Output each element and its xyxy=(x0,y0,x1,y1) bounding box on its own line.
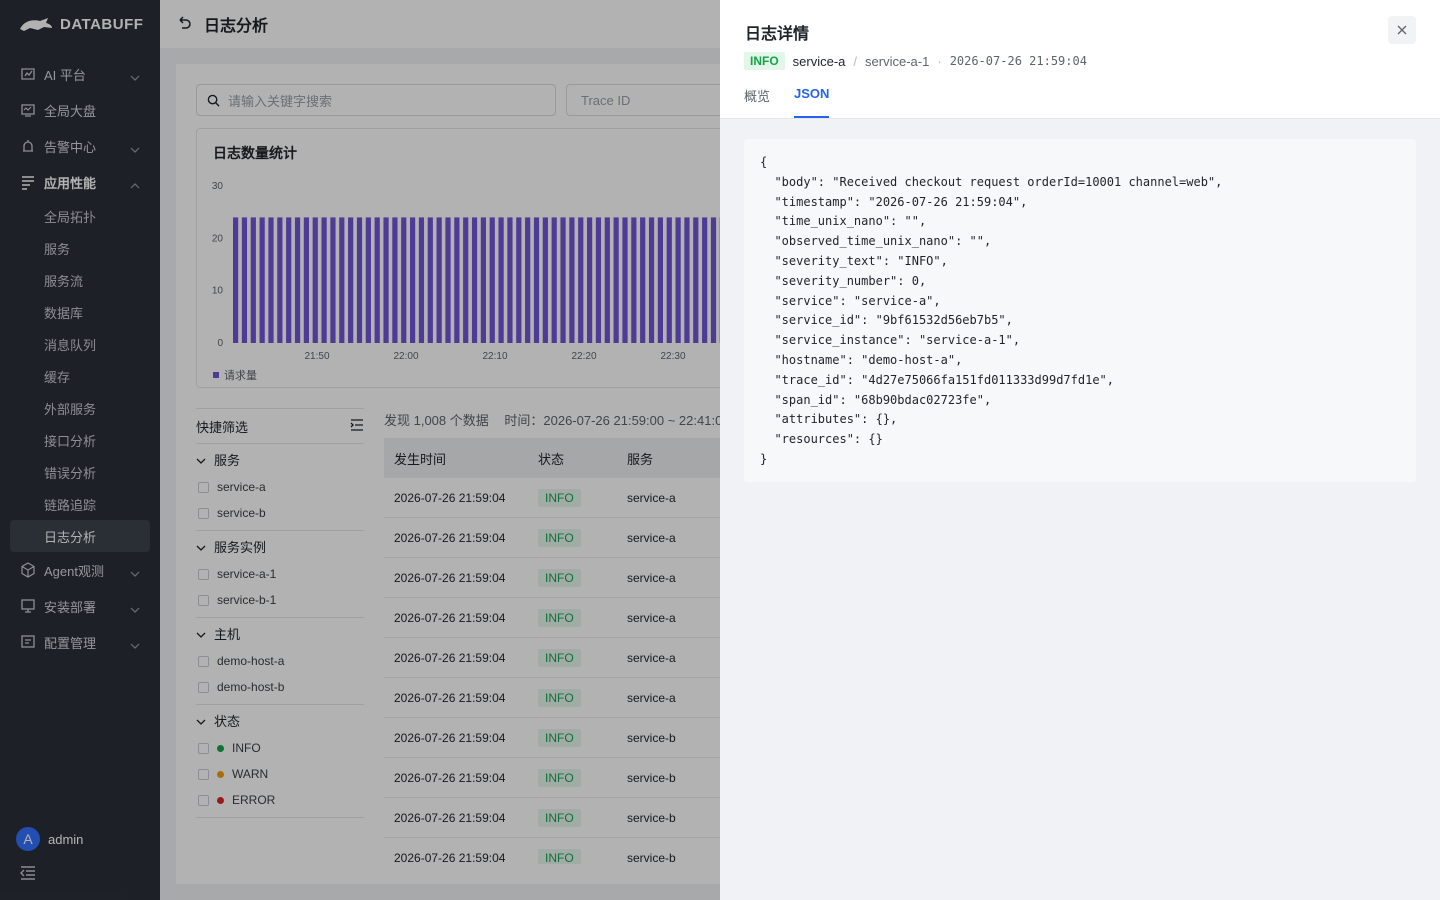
tab-json[interactable]: JSON xyxy=(794,86,830,118)
meta-instance: service-a-1 xyxy=(865,53,930,69)
json-viewer: { "body": "Received checkout request ord… xyxy=(744,139,1416,482)
log-meta: INFO service-a / service-a-1 · 2026-07-2… xyxy=(744,52,1087,70)
log-detail-drawer: 日志详情 INFO service-a / service-a-1 · 2026… xyxy=(720,0,1440,900)
drawer-header: 日志详情 INFO service-a / service-a-1 · 2026… xyxy=(720,0,1440,119)
meta-timestamp: 2026-07-26 21:59:04 xyxy=(949,54,1087,68)
close-button[interactable] xyxy=(1388,16,1416,44)
meta-service: service-a xyxy=(792,53,846,69)
drawer-tabs: 概览 JSON xyxy=(744,86,830,118)
drawer-title: 日志详情 xyxy=(745,26,810,43)
level-badge: INFO xyxy=(744,52,785,70)
modal-mask[interactable] xyxy=(0,0,720,900)
tab-overview[interactable]: 概览 xyxy=(744,86,770,118)
close-icon xyxy=(1397,25,1407,35)
meta-separator: / xyxy=(853,53,858,69)
meta-dot: · xyxy=(937,53,942,69)
